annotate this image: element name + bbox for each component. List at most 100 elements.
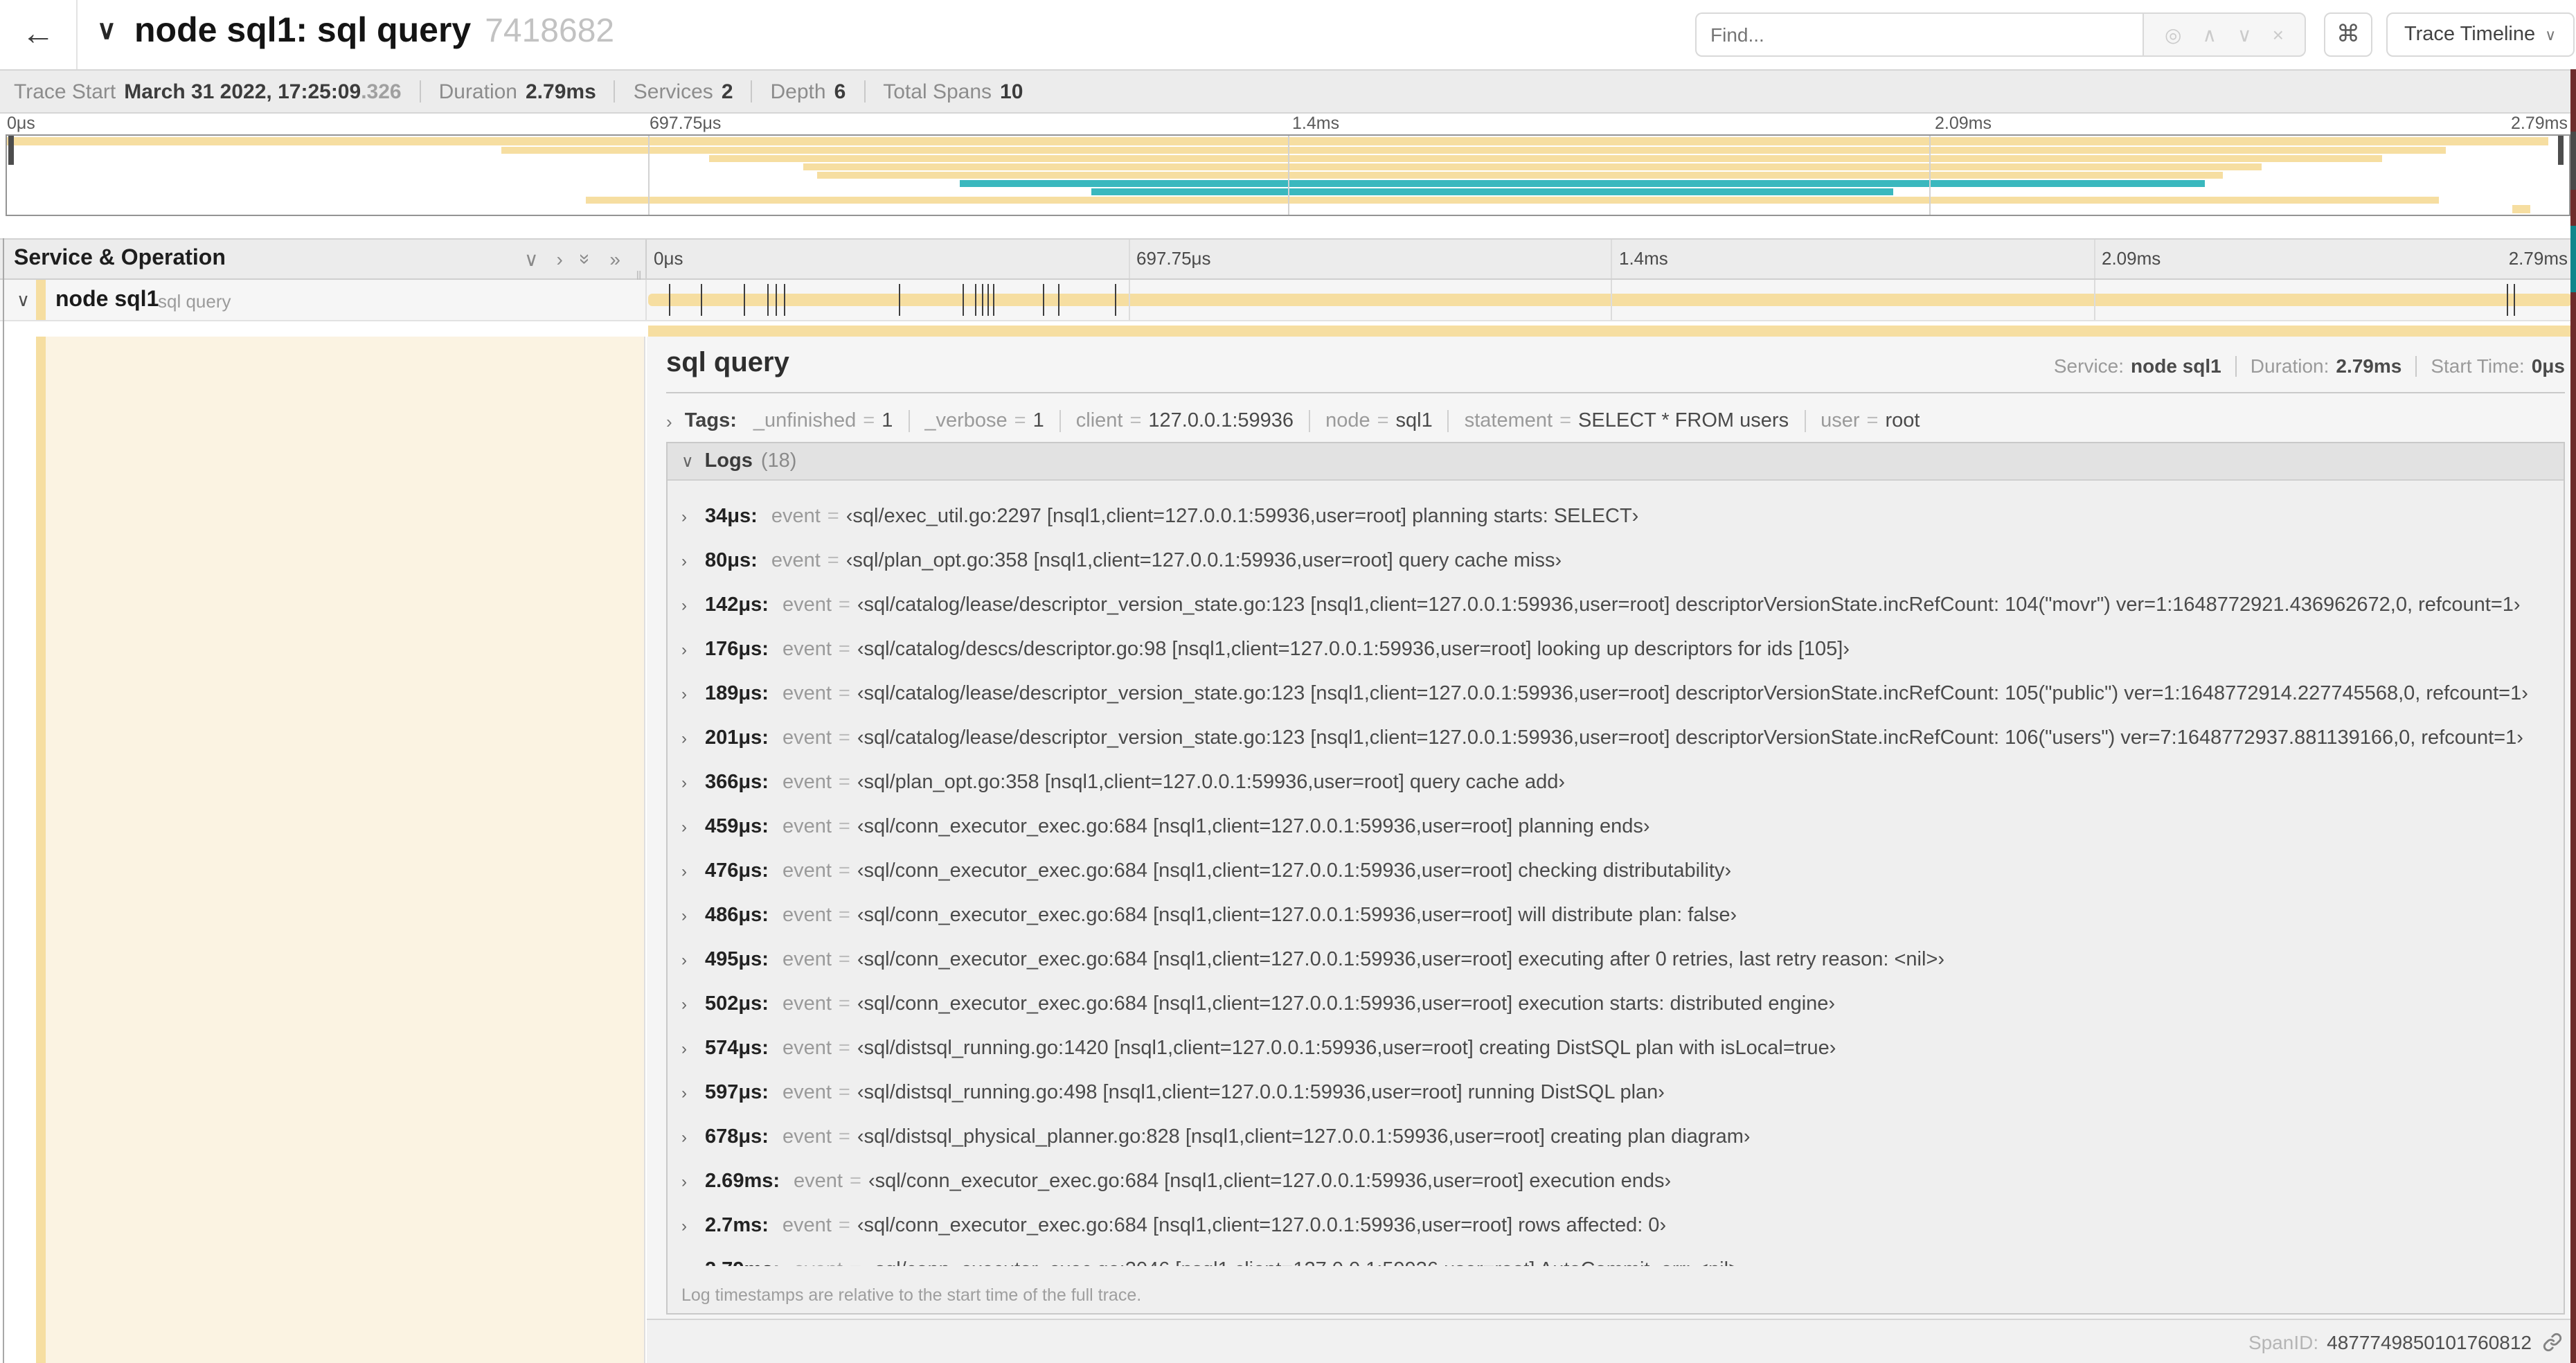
clear-search-icon[interactable]: × — [2273, 24, 2284, 46]
service-operation-header: Service & Operation ∨ ›»» ∥ — [0, 240, 647, 287]
log-row[interactable]: › 459μs: event = ‹sql/conn_executor_exec.go:… — [681, 805, 2564, 849]
log-timestamp: 2.7ms: — [705, 1215, 769, 1237]
equals-sign: = — [1866, 410, 1879, 432]
tree-controls: ∨ › » » — [524, 240, 620, 278]
equals-sign: = — [838, 772, 850, 794]
tag-item: node = sql1 — [1325, 410, 1433, 432]
locate-icon[interactable]: ◎ — [2165, 23, 2181, 46]
log-row[interactable]: ›2.79ms: event = ‹sql/conn_executor_exec.go… — [681, 1248, 2564, 1266]
minimap-span-bar — [708, 154, 2382, 162]
log-timestamp: 486μs: — [705, 905, 769, 927]
divider — [2415, 355, 2417, 376]
logs-header[interactable]: ∨ Logs (18) — [668, 443, 2564, 481]
log-marker-tick — [898, 284, 900, 316]
log-field-value: ‹sql/distsql_physical_planner.go:828 [ns… — [857, 1126, 1751, 1148]
divider — [1804, 410, 1806, 432]
collapse-all-icon[interactable]: » — [575, 253, 598, 265]
log-marker-tick — [784, 284, 786, 316]
timeline-minimap[interactable] — [6, 134, 2570, 216]
log-field-value: ‹sql/conn_executor_exec.go:684 [nsql1,cl… — [868, 1170, 1672, 1193]
log-row[interactable]: › 678μs: event = ‹sql/distsql_physical_plann… — [681, 1115, 2564, 1159]
log-field-value: ‹sql/conn_executor_exec.go:684 [nsql1,cl… — [857, 905, 1737, 927]
summary-item-label: Services — [633, 80, 713, 103]
link-icon[interactable] — [2543, 1332, 2562, 1351]
spanid-bar: SpanID: 4877749850101760812 — [647, 1319, 2576, 1363]
span-row[interactable]: ∨ node sql1 sql query — [0, 280, 2576, 321]
log-marker-tick — [2514, 284, 2516, 316]
tag-value: root — [1885, 410, 1920, 432]
chevron-down-icon: ∨ — [681, 452, 694, 471]
log-row[interactable]: › 597μs: event = ‹sql/distsql_running.go:498… — [681, 1071, 2564, 1115]
log-marker-tick — [981, 284, 983, 316]
equals-sign: = — [838, 993, 850, 1015]
ruler-tick-label: 2.79ms — [2508, 248, 2568, 269]
log-field-value: ‹sql/conn_executor_exec.go:684 [nsql1,cl… — [857, 816, 1650, 838]
log-row[interactable]: › 142μs: event = ‹sql/catalog/lease/descript… — [681, 583, 2564, 627]
equals-sign: = — [1377, 410, 1389, 432]
find-input[interactable] — [1695, 12, 2143, 57]
detail-left-column — [0, 337, 645, 1363]
tag-item: user = root — [1821, 410, 1920, 432]
log-row[interactable]: › 176μs: event = ‹sql/catalog/descs/descript… — [681, 627, 2564, 672]
chevron-right-icon: › — [681, 1039, 687, 1058]
log-marker-tick — [767, 284, 769, 316]
log-field-value: ‹sql/catalog/lease/descriptor_version_st… — [857, 727, 2523, 749]
log-field-key: event — [771, 506, 821, 528]
view-selector-button[interactable]: Trace Timeline ∨ — [2386, 12, 2575, 57]
log-marker-tick — [1042, 284, 1044, 316]
left-edge-border — [3, 238, 4, 1363]
chevron-right-icon: › — [681, 551, 687, 571]
chevron-right-icon: › — [681, 995, 687, 1014]
span-collapse-icon[interactable]: ∨ — [17, 280, 30, 321]
log-row[interactable]: › 574μs: event = ‹sql/distsql_running.go:142… — [681, 1026, 2564, 1071]
timeline-gridline — [2093, 280, 2095, 320]
chevron-right-icon: › — [666, 411, 672, 431]
log-row[interactable]: › 486μs: event = ‹sql/conn_executor_exec.go:… — [681, 893, 2564, 938]
keyboard-shortcuts-button[interactable]: ⌘ — [2324, 12, 2372, 57]
trace-collapse-icon[interactable]: ∨ — [97, 15, 116, 47]
tag-item: _verbose = 1 — [924, 410, 1044, 432]
span-duration-bar[interactable] — [648, 294, 2572, 306]
log-marker-tick — [963, 284, 965, 316]
minimap-left-drag-handle[interactable] — [8, 136, 14, 165]
tags-label: Tags: — [684, 410, 737, 432]
expand-all-icon[interactable]: » — [609, 248, 620, 270]
log-timestamp: 2.79ms: — [705, 1259, 780, 1266]
log-row[interactable]: › 366μs: event = ‹sql/plan_opt.go:358 [nsql1… — [681, 760, 2564, 805]
find-group: ◎ ∧ ∨ × — [1695, 12, 2306, 57]
log-row[interactable]: › 189μs: event = ‹sql/catalog/lease/descript… — [681, 672, 2564, 716]
service-value: node sql1 — [2131, 355, 2221, 377]
equals-sign: = — [827, 550, 839, 572]
next-result-icon[interactable]: ∨ — [2237, 23, 2252, 46]
log-row[interactable]: › 476μs: event = ‹sql/conn_executor_exec.go:… — [681, 849, 2564, 893]
prev-result-icon[interactable]: ∧ — [2203, 23, 2217, 46]
collapse-one-icon[interactable]: ∨ — [524, 247, 539, 271]
log-timestamp: 502μs: — [705, 993, 769, 1015]
span-timeline[interactable] — [645, 280, 2576, 320]
ruler-tick-label: 697.75μs — [1136, 248, 1211, 269]
scrollbar-thumb[interactable] — [2570, 132, 2576, 190]
log-field-value: ‹sql/conn_executor_exec.go:684 [nsql1,cl… — [857, 949, 1945, 971]
log-field-key: event — [782, 639, 832, 661]
log-row[interactable]: › 80μs: event = ‹sql/plan_opt.go:358 [nsql1,… — [681, 539, 2564, 583]
log-row[interactable]: › 201μs: event = ‹sql/catalog/lease/descript… — [681, 716, 2564, 760]
minimap-right-drag-handle[interactable] — [2558, 136, 2564, 165]
tag-key: client — [1075, 410, 1123, 432]
log-row[interactable]: › 2.69ms: event = ‹sql/conn_executor_exec.go… — [681, 1159, 2564, 1204]
log-field-key: event — [794, 1170, 843, 1193]
equals-sign: = — [838, 905, 850, 927]
equals-sign: = — [838, 949, 850, 971]
expand-one-icon[interactable]: › — [556, 248, 562, 270]
tags-accordion[interactable]: › Tags: _unfinished = 1 _verbose = 1 client = 12… — [666, 403, 2565, 439]
start-time-value: 0μs — [2531, 355, 2565, 377]
back-button[interactable]: ← — [0, 0, 78, 69]
log-row[interactable]: › 2.7ms: event = ‹sql/conn_executor_exec.go:… — [681, 1204, 2564, 1248]
summary-item-label: Trace Start — [14, 80, 116, 103]
log-row[interactable]: › 34μs: event = ‹sql/exec_util.go:2297 [nsql… — [681, 495, 2564, 539]
log-row[interactable]: › 495μs: event = ‹sql/conn_executor_exec.go:… — [681, 938, 2564, 982]
equals-sign: = — [827, 506, 839, 528]
log-row[interactable]: › 502μs: event = ‹sql/conn_executor_exec.go:… — [681, 982, 2564, 1026]
log-marker-tick — [987, 284, 990, 316]
log-field-key: event — [782, 993, 832, 1015]
divider — [614, 80, 616, 103]
